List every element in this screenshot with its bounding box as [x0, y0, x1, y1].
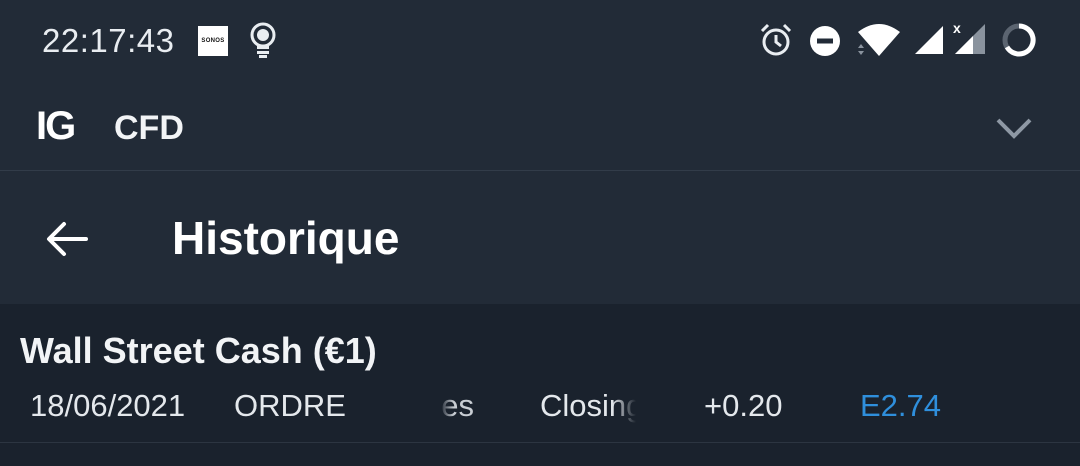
sonos-icon: SONOS [198, 26, 228, 56]
list-background [0, 443, 1080, 466]
wifi-icon [858, 24, 900, 56]
chevron-down-icon[interactable] [994, 114, 1034, 142]
price-change: +0.20 [704, 388, 783, 423]
do-not-disturb-icon [810, 26, 840, 56]
app-bar: IG CFD [0, 82, 1080, 171]
signal-icon [915, 26, 943, 54]
battery-ring-icon [1002, 23, 1036, 57]
account-type-selector[interactable]: CFD [114, 109, 184, 148]
lightbulb-icon [250, 22, 276, 58]
instrument-name: Wall Street Cash (€1) [20, 330, 377, 371]
signal-no-data-icon: x [953, 20, 987, 56]
alarm-icon [760, 23, 792, 56]
arrow-left-icon[interactable] [44, 219, 90, 259]
history-row[interactable]: Wall Street Cash (€1) 18/06/2021 ORDRE e… [0, 304, 1080, 443]
status-bar: 22:17:43 SONOS x [0, 0, 1080, 82]
truncated-column: es [441, 388, 474, 423]
page-header: Historique [0, 171, 1080, 304]
closing-column: Closing [540, 388, 636, 423]
trade-date: 18/06/2021 [30, 388, 186, 423]
ig-logo: IG [36, 104, 76, 148]
status-time: 22:17:43 [42, 22, 175, 59]
trade-type: ORDRE [234, 388, 346, 423]
page-title: Historique [172, 212, 400, 264]
profit-loss: E2.74 [860, 388, 942, 423]
